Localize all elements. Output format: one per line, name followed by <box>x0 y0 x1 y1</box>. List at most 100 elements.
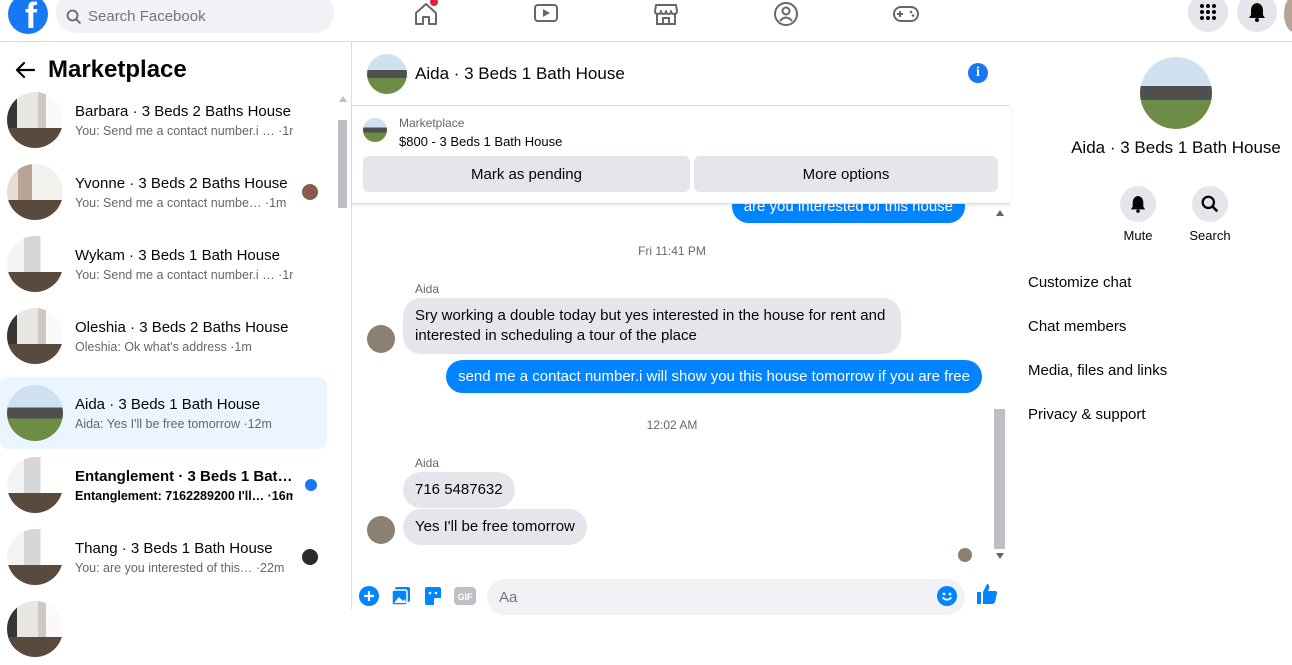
sender-name: Aida <box>415 456 440 470</box>
conversation-item[interactable]: Thang · 3 Beds 1 Bath House You: are you… <box>0 521 327 593</box>
search-input[interactable] <box>88 8 308 25</box>
timestamp: Fri 11:41 PM <box>638 244 706 258</box>
conversation-item[interactable]: Barbara · 3 Beds 2 Baths House You: Send… <box>0 84 327 156</box>
gif-icon[interactable]: GIF <box>454 585 476 607</box>
home-nav-icon[interactable] <box>408 0 444 28</box>
chat-details-panel: Aida · 3 Beds 1 Bath House Mute Search C… <box>1010 42 1292 609</box>
message-composer: GIF <box>352 574 1010 615</box>
chat-avatar[interactable] <box>367 53 407 94</box>
mark-as-pending-button[interactable]: Mark as pending <box>363 156 690 192</box>
conversation-preview: You: are you interested of this… ·22m <box>75 560 285 575</box>
search-label: Search <box>1189 228 1231 243</box>
listing-thumbnail <box>7 529 63 585</box>
chat-members-item[interactable]: Chat members <box>1028 318 1126 335</box>
conversation-preview: Oleshia: Ok what's address ·1m <box>75 339 252 354</box>
notifications-button[interactable] <box>1237 0 1277 32</box>
message-input[interactable] <box>487 579 965 615</box>
outgoing-message[interactable]: are you interested of this house <box>731 204 965 223</box>
sender-avatar[interactable] <box>367 325 395 353</box>
conversation-item[interactable]: Oleshia · 3 Beds 2 Baths House Oleshia: … <box>0 300 327 372</box>
bell-icon[interactable] <box>1120 186 1156 222</box>
chat-panel: Aida · 3 Beds 1 Bath House i Marketplace… <box>352 42 1010 615</box>
chat-title[interactable]: Aida · 3 Beds 1 Bath House <box>415 64 625 84</box>
incoming-message[interactable]: Sry working a double today but yes inter… <box>403 298 901 354</box>
sidebar-title: Marketplace <box>48 56 187 83</box>
account-avatar[interactable] <box>1284 0 1292 32</box>
listing-banner: Marketplace $800 - 3 Beds 1 Bath House M… <box>352 106 1010 204</box>
sticker-icon[interactable] <box>422 585 444 607</box>
listing-avatar[interactable] <box>1140 57 1212 129</box>
listing-thumbnail <box>7 385 63 441</box>
marketplace-inbox-sidebar: Marketplace Barbara · 3 Beds 2 Baths Hou… <box>0 42 352 657</box>
seen-avatar <box>302 184 318 200</box>
top-navigation-bar: f <box>0 0 1292 42</box>
conversation-item[interactable] <box>0 593 327 665</box>
conversation-item[interactable]: Wykam · 3 Beds 1 Bath House You: Send me… <box>0 228 327 300</box>
conversation-preview: Entanglement: 7162289200 I'll… ·16m <box>75 488 293 503</box>
menu-grid-button[interactable] <box>1188 0 1228 32</box>
listing-thumbnail <box>7 164 63 220</box>
search-facebook-box[interactable] <box>56 0 334 33</box>
gaming-nav-icon[interactable] <box>888 0 924 28</box>
facebook-logo[interactable]: f <box>8 0 48 34</box>
customize-chat-item[interactable]: Customize chat <box>1028 274 1131 291</box>
photo-icon[interactable] <box>390 585 412 607</box>
search-icon[interactable] <box>1192 186 1228 222</box>
mute-label: Mute <box>1123 228 1153 243</box>
listing-thumbnail <box>7 601 63 657</box>
conversation-name: Barbara · 3 Beds 2 Baths House <box>75 102 291 120</box>
incoming-message[interactable]: 716 5487632 <box>403 472 515 508</box>
search-icon <box>66 9 82 24</box>
scrollbar-thumb[interactable] <box>994 409 1005 549</box>
sidebar-scrollbar[interactable] <box>336 94 348 609</box>
conversation-name: Wykam · 3 Beds 1 Bath House <box>75 246 280 264</box>
conversation-preview: You: Send me a contact numbe… ·1m <box>75 195 287 210</box>
conversation-item[interactable]: Entanglement · 3 Beds 1 Bath … Entanglem… <box>0 449 327 521</box>
plus-icon[interactable] <box>358 585 380 607</box>
listing-thumbnail <box>7 457 63 513</box>
sender-avatar[interactable] <box>367 516 395 544</box>
conversation-name: Thang · 3 Beds 1 Bath House <box>75 539 273 557</box>
conversation-item-active[interactable]: Aida · 3 Beds 1 Bath House Aida: Yes I'l… <box>0 377 327 449</box>
more-options-button[interactable]: More options <box>694 156 998 192</box>
bell-icon <box>1249 3 1265 22</box>
details-title: Aida · 3 Beds 1 Bath House <box>1071 138 1281 157</box>
svg-text:GIF: GIF <box>458 592 474 602</box>
chat-scrollbar[interactable] <box>992 204 1007 564</box>
mute-action[interactable]: Mute <box>1108 186 1168 243</box>
conversation-name: Aida · 3 Beds 1 Bath House <box>75 395 261 413</box>
watch-nav-icon[interactable] <box>528 0 564 28</box>
listing-category: Marketplace <box>399 116 465 130</box>
timestamp: 12:02 AM <box>646 418 698 432</box>
emoji-icon[interactable] <box>936 585 958 607</box>
conversation-name: Entanglement · 3 Beds 1 Bath … <box>75 467 293 485</box>
listing-thumbnail <box>7 236 63 292</box>
media-files-links-item[interactable]: Media, files and links <box>1028 362 1167 379</box>
thumbs-up-icon[interactable] <box>976 583 998 605</box>
conversation-preview: You: Send me a contact number.i … ·1m <box>75 267 293 282</box>
groups-nav-icon[interactable] <box>768 0 804 28</box>
sender-name: Aida <box>415 282 440 296</box>
message-list: are you interested of this house Fri 11:… <box>352 204 992 564</box>
search-action[interactable]: Search <box>1180 186 1240 243</box>
unread-indicator <box>305 479 317 491</box>
marketplace-nav-icon[interactable] <box>648 0 684 28</box>
grid-icon <box>1200 4 1216 20</box>
conversation-preview: You: Send me a contact number.i … ·1m <box>75 123 293 138</box>
seen-avatar <box>302 549 318 565</box>
scrollbar-thumb[interactable] <box>338 120 347 208</box>
conversation-name: Yvonne · 3 Beds 2 Baths House <box>75 174 288 192</box>
outgoing-message[interactable]: send me a contact number.i will show you… <box>446 360 982 393</box>
listing-thumbnail <box>363 118 387 142</box>
chat-header: Aida · 3 Beds 1 Bath House i <box>352 42 1010 106</box>
incoming-message[interactable]: Yes I'll be free tomorrow <box>403 509 587 545</box>
listing-thumbnail <box>7 308 63 364</box>
conversation-preview: Aida: Yes I'll be free tomorrow ·12m <box>75 416 272 431</box>
back-arrow-icon[interactable] <box>12 57 38 83</box>
seen-indicator <box>958 548 972 562</box>
conversation-item[interactable]: Yvonne · 3 Beds 2 Baths House You: Send … <box>0 156 327 228</box>
listing-price-title[interactable]: $800 - 3 Beds 1 Bath House <box>399 134 562 149</box>
info-icon[interactable]: i <box>968 63 988 83</box>
privacy-support-item[interactable]: Privacy & support <box>1028 406 1146 423</box>
listing-thumbnail <box>7 92 63 148</box>
